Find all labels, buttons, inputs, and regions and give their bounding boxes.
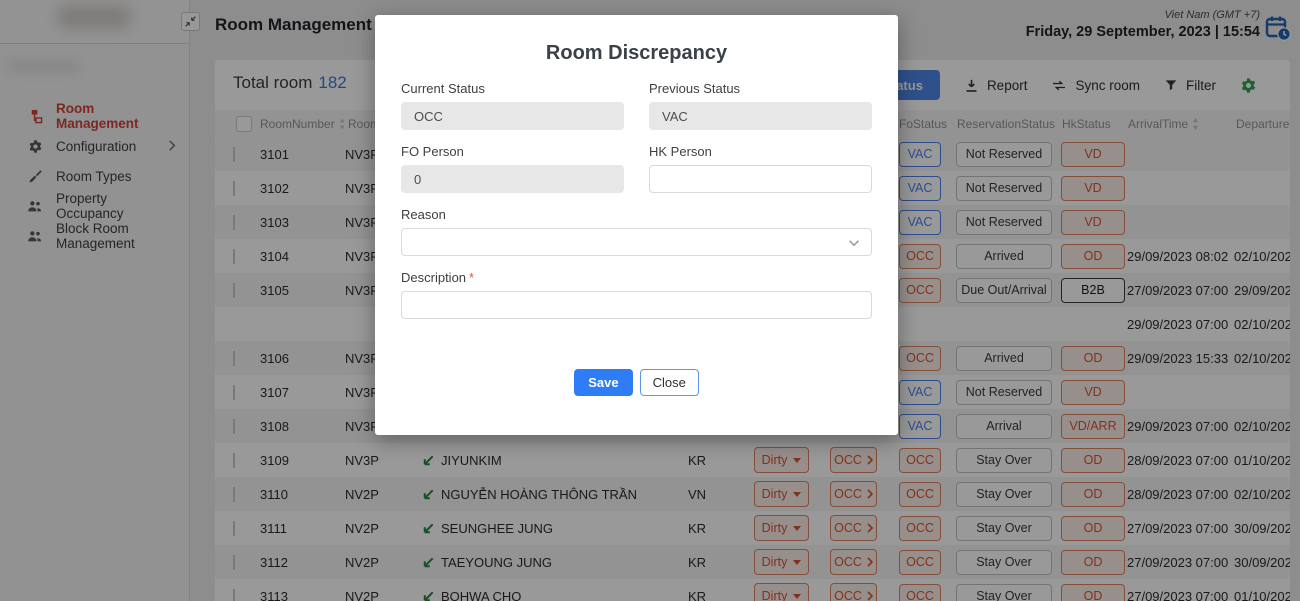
chevron-down-icon: [847, 236, 861, 250]
fo-person-label: FO Person: [401, 144, 624, 159]
required-asterisk: *: [469, 270, 474, 285]
description-input[interactable]: [401, 291, 872, 319]
previous-status-label: Previous Status: [649, 81, 872, 96]
hk-person-input[interactable]: [649, 165, 872, 193]
room-discrepancy-modal: Room Discrepancy Current Status Previous…: [375, 15, 898, 435]
close-button[interactable]: Close: [640, 369, 699, 396]
save-button[interactable]: Save: [574, 369, 632, 396]
discrepancy-form: Current Status Previous Status FO Person…: [375, 65, 898, 396]
reason-label: Reason: [401, 207, 872, 222]
room-management-app: Room Management Configuration Room Types: [0, 0, 1300, 601]
description-label: Description: [401, 270, 466, 285]
current-status-label: Current Status: [401, 81, 624, 96]
previous-status-input: [649, 102, 872, 130]
current-status-input: [401, 102, 624, 130]
fo-person-input: [401, 165, 624, 193]
modal-title: Room Discrepancy: [375, 15, 898, 65]
hk-person-label: HK Person: [649, 144, 872, 159]
reason-select[interactable]: [401, 228, 872, 256]
